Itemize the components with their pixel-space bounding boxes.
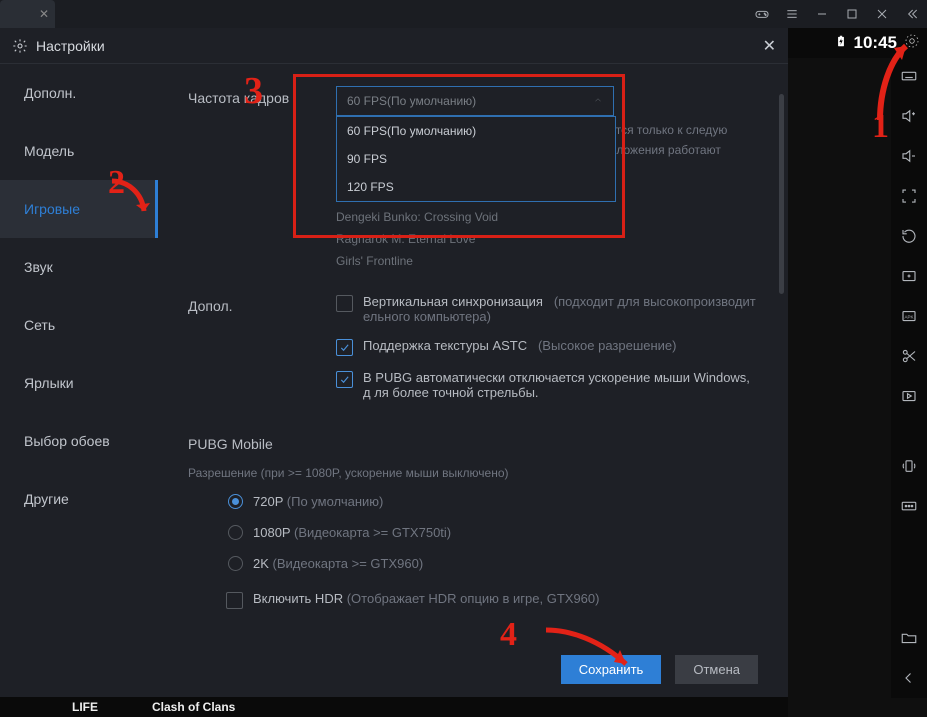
gear-icon bbox=[12, 38, 28, 54]
checkbox-pubg-accel[interactable] bbox=[336, 371, 353, 388]
sidebar-item-label: Другие bbox=[24, 491, 69, 507]
annotation-1: 1 bbox=[872, 108, 889, 146]
maximize-button[interactable] bbox=[837, 0, 867, 28]
row-1080p: 1080P (Видеокарта >= GTX750ti) bbox=[188, 525, 758, 540]
multi-instance-icon[interactable] bbox=[899, 266, 919, 286]
framerate-option[interactable]: 60 FPS(По умолчанию) bbox=[337, 117, 615, 145]
framerate-selected: 60 FPS(По умолчанию) bbox=[347, 94, 476, 108]
radio-1080p[interactable] bbox=[228, 525, 243, 540]
keyboard-icon[interactable] bbox=[899, 66, 919, 86]
section-framerate: Частота кадров 60 FPS(По умолчанию) 60 F… bbox=[188, 86, 758, 272]
sidebar-item-label: Ярлыки bbox=[24, 375, 74, 391]
volume-down-icon[interactable] bbox=[899, 146, 919, 166]
extras-label: Допол. bbox=[188, 294, 336, 414]
record-icon[interactable] bbox=[899, 386, 919, 406]
checkbox-vsync[interactable] bbox=[336, 295, 353, 312]
sidebar-item-label: Игровые bbox=[24, 201, 80, 217]
checkbox-astc[interactable] bbox=[336, 339, 353, 356]
list-item: Girls' Frontline bbox=[336, 250, 758, 272]
vsync-label: Вертикальная синхронизация (подходит для… bbox=[363, 294, 758, 324]
section-pubg: PUBG Mobile Разрешение (при >= 1080P, ус… bbox=[188, 436, 758, 609]
framerate-dropdown[interactable]: 60 FPS(По умолчанию) 60 FPS(По умолчанию… bbox=[336, 86, 614, 116]
scrollbar[interactable] bbox=[779, 94, 784, 294]
sidebar-item-label: Сеть bbox=[24, 317, 55, 333]
settings-close-button[interactable]: ✕ bbox=[763, 36, 776, 56]
volume-up-icon[interactable] bbox=[899, 106, 919, 126]
menu-icon[interactable] bbox=[777, 0, 807, 28]
settings-sidebar: Дополн. Модель Игровые Звук Сеть Ярлыки … bbox=[0, 64, 158, 698]
row-hdr: Включить HDR (Отображает HDR опцию в игр… bbox=[188, 591, 758, 609]
sidebar-item-extras[interactable]: Дополн. bbox=[0, 64, 158, 122]
sidebar-item-label: Выбор обоев bbox=[24, 433, 110, 449]
fullscreen-icon[interactable] bbox=[899, 186, 919, 206]
svg-text:APK: APK bbox=[904, 314, 913, 319]
apk-icon[interactable]: APK bbox=[899, 306, 919, 326]
collapse-sidebar-button[interactable] bbox=[897, 0, 927, 28]
radio-720p[interactable] bbox=[228, 494, 243, 509]
save-button[interactable]: Сохранить bbox=[561, 655, 662, 684]
folder-icon[interactable] bbox=[899, 628, 919, 648]
tab-close-icon[interactable]: ✕ bbox=[39, 7, 49, 21]
sidebar-item-sound[interactable]: Звук bbox=[0, 238, 158, 296]
titlebar: ✕ bbox=[0, 0, 927, 28]
pubg-heading: PUBG Mobile bbox=[188, 436, 758, 452]
sidebar-item-wallpaper[interactable]: Выбор обоев bbox=[0, 412, 158, 470]
checkbox-hdr[interactable] bbox=[226, 592, 243, 609]
list-item: Ragnarok M: Eternal Love bbox=[336, 228, 758, 250]
framerate-option[interactable]: 90 FPS bbox=[337, 145, 615, 173]
app-tab[interactable]: ✕ bbox=[0, 0, 55, 28]
minimize-button[interactable] bbox=[807, 0, 837, 28]
gamepad-icon[interactable] bbox=[747, 0, 777, 28]
framerate-label: Частота кадров bbox=[188, 86, 336, 272]
sidebar-item-label: Звук bbox=[24, 259, 53, 275]
settings-header: Настройки ✕ bbox=[0, 28, 788, 64]
row-pubg-accel: В PUBG автоматически отключается ускорен… bbox=[336, 370, 758, 400]
framerate-note: сится только к следую риложения работают bbox=[603, 120, 763, 160]
button-row: Сохранить Отмена bbox=[561, 655, 758, 684]
sidebar-item-shortcuts[interactable]: Ярлыки bbox=[0, 354, 158, 412]
framerate-options: 60 FPS(По умолчанию) 90 FPS 120 FPS bbox=[336, 116, 616, 202]
list-item: Dengeki Bunko: Crossing Void bbox=[336, 206, 758, 228]
shake-icon[interactable] bbox=[899, 456, 919, 476]
settings-title: Настройки bbox=[36, 38, 105, 54]
astc-label: Поддержка текстуры ASTC (Высокое разреше… bbox=[363, 338, 677, 353]
sidebar-item-label: Модель bbox=[24, 143, 74, 159]
scissors-icon[interactable] bbox=[899, 346, 919, 366]
battery-icon bbox=[834, 32, 848, 55]
emulator-gear-icon[interactable] bbox=[903, 32, 921, 55]
settings-content: Частота кадров 60 FPS(По умолчанию) 60 F… bbox=[158, 64, 788, 698]
pubg-accel-label: В PUBG автоматически отключается ускорен… bbox=[363, 370, 758, 400]
pubg-res-note: Разрешение (при >= 1080P, ускорение мыши… bbox=[188, 466, 758, 480]
sidebar-item-label: Дополн. bbox=[24, 85, 76, 101]
row-2k: 2K (Видеокарта >= GTX960) bbox=[188, 556, 758, 571]
framerate-game-list: Dengeki Bunko: Crossing Void Ragnarok M:… bbox=[336, 206, 758, 272]
cancel-button[interactable]: Отмена bbox=[675, 655, 758, 684]
settings-window: Настройки ✕ Дополн. Модель Игровые Звук … bbox=[0, 28, 788, 698]
side-toolbar: APK bbox=[891, 58, 927, 698]
sidebar-item-network[interactable]: Сеть bbox=[0, 296, 158, 354]
more-icon[interactable] bbox=[899, 496, 919, 516]
sidebar-item-game[interactable]: Игровые bbox=[0, 180, 158, 238]
taskbar-strip: LIFE Clash of Clans bbox=[0, 697, 788, 717]
rotate-icon[interactable] bbox=[899, 226, 919, 246]
radio-2k[interactable] bbox=[228, 556, 243, 571]
sidebar-item-model[interactable]: Модель bbox=[0, 122, 158, 180]
row-720p: 720P (По умолчанию) bbox=[188, 494, 758, 509]
row-astc: Поддержка текстуры ASTC (Высокое разреше… bbox=[336, 338, 758, 356]
framerate-option[interactable]: 120 FPS bbox=[337, 173, 615, 201]
row-vsync: Вертикальная синхронизация (подходит для… bbox=[336, 294, 758, 324]
back-icon[interactable] bbox=[899, 668, 919, 688]
clock: 10:45 bbox=[854, 33, 897, 53]
section-extras: Допол. Вертикальная синхронизация (подхо… bbox=[188, 294, 758, 414]
chevron-up-icon bbox=[593, 94, 603, 108]
sidebar-item-other[interactable]: Другие bbox=[0, 470, 158, 528]
close-button[interactable] bbox=[867, 0, 897, 28]
